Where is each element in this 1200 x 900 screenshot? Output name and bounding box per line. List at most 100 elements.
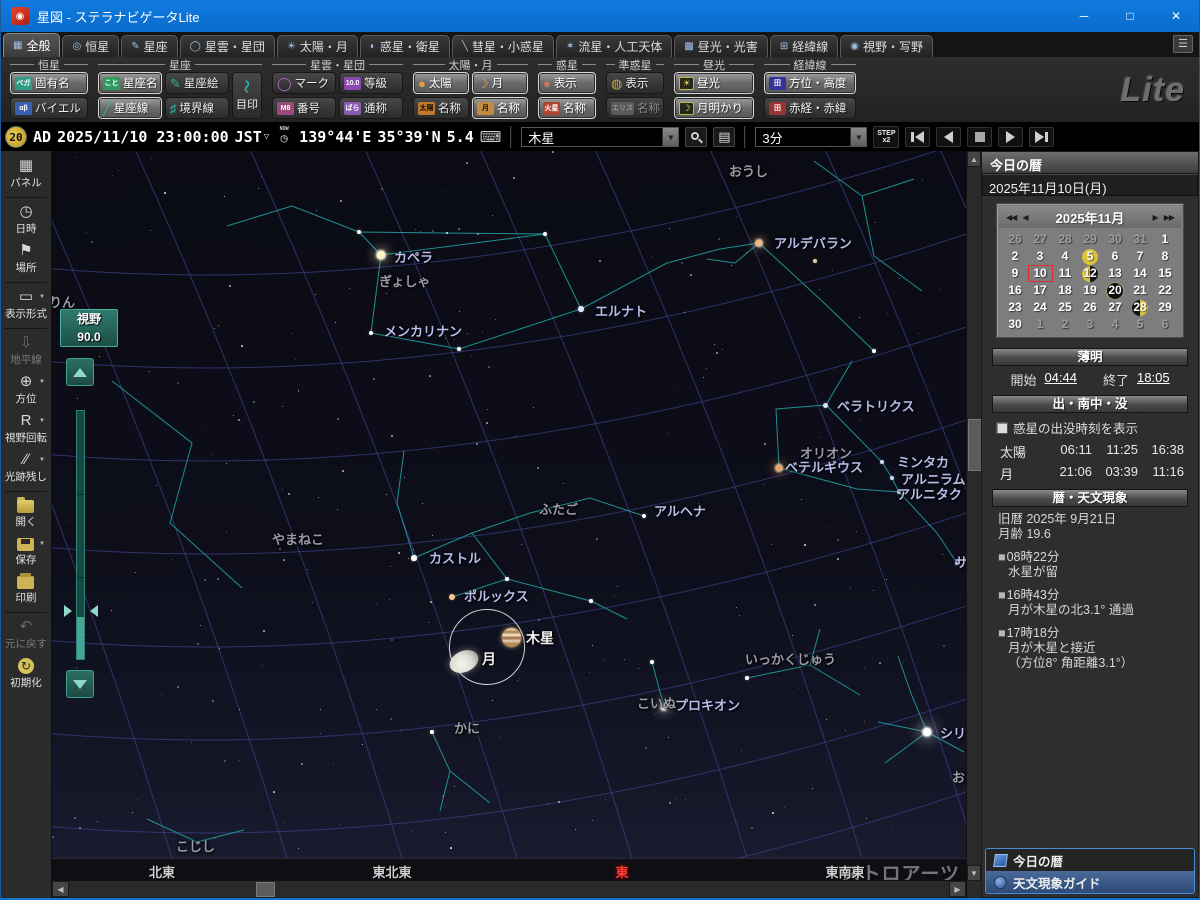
calendar-day[interactable]: 14 bbox=[1128, 265, 1153, 282]
calendar-day[interactable]: 23 bbox=[1003, 299, 1028, 316]
timezone-dropdown-icon[interactable]: ▽ bbox=[264, 132, 269, 142]
tab-太陽・月[interactable]: ☀ 太陽・月 bbox=[276, 35, 358, 57]
next-month-button[interactable]: ▶ bbox=[1150, 213, 1161, 222]
toolbar-button-星雲・星団-マーク[interactable]: ◯ マーク bbox=[272, 72, 336, 94]
calendar-day[interactable]: 31 bbox=[1128, 231, 1153, 248]
time-step-select[interactable]: 3分 ▼ bbox=[755, 127, 868, 147]
ribbon-menu-button[interactable]: ☰ bbox=[1173, 35, 1193, 53]
planet-rise-set-checkbox[interactable] bbox=[996, 421, 1008, 434]
calendar-day[interactable]: 6 bbox=[1153, 316, 1178, 333]
sidebar-button-印刷[interactable]: 印刷 bbox=[1, 571, 51, 609]
horizontal-scroll-thumb[interactable] bbox=[255, 882, 275, 897]
calendar-day[interactable]: 16 bbox=[1003, 282, 1028, 299]
calendar-day[interactable]: 21 bbox=[1128, 282, 1153, 299]
calendar-day[interactable]: 4 bbox=[1053, 248, 1078, 265]
sidebar-button-保存[interactable]: ▼ 保存 bbox=[1, 533, 51, 571]
skip-to-end-button[interactable] bbox=[1029, 127, 1055, 147]
sidebar-button-方位[interactable]: ⊕ ▼ 方位 bbox=[1, 371, 51, 410]
toolbar-button-準惑星-表示[interactable]: ◍ 表示 bbox=[606, 72, 664, 94]
sidebar-button-場所[interactable]: ⚑ 場所 bbox=[1, 240, 51, 279]
calendar-day[interactable]: 29 bbox=[1078, 231, 1103, 248]
maximize-button[interactable]: □ bbox=[1107, 0, 1153, 32]
object-list-button[interactable]: ▤ bbox=[713, 127, 736, 147]
jupiter-icon[interactable] bbox=[500, 627, 522, 648]
sidebar-button-開く[interactable]: 開く bbox=[1, 495, 51, 533]
calendar-day[interactable]: 5 bbox=[1128, 316, 1153, 333]
calendar-day[interactable]: 27 bbox=[1028, 231, 1053, 248]
zoom-out-button[interactable] bbox=[65, 670, 94, 698]
toolbar-button-恒星-バイエル[interactable]: αβ バイエル bbox=[10, 97, 88, 119]
calendar-day[interactable]: 11 bbox=[1053, 265, 1078, 282]
toolbar-button-目印[interactable]: 〜目印 bbox=[232, 72, 262, 119]
twilight-start-time[interactable]: 04:44 bbox=[1044, 370, 1077, 389]
sidebar-button-視野回転[interactable]: R ▼ 視野回転 bbox=[1, 410, 51, 449]
star-chart[interactable]: 視野 90.0 ストロアーツ 北東東北東東東南東 おうしきりんカペラぎょ bbox=[51, 151, 966, 880]
toolbar-button-星雲・星団-等級[interactable]: 10.0 等級 bbox=[339, 72, 403, 94]
calendar-day[interactable]: 17 bbox=[1028, 282, 1053, 299]
scroll-down-icon[interactable]: ▼ bbox=[966, 865, 981, 881]
calendar-day[interactable]: 6 bbox=[1103, 248, 1128, 265]
skip-to-start-button[interactable] bbox=[905, 127, 931, 147]
target-dropdown-icon[interactable]: ▼ bbox=[662, 128, 679, 146]
toolbar-button-昼光-月明かり[interactable]: ☽ 月明かり bbox=[674, 97, 754, 119]
calendar-day[interactable]: 28 bbox=[1053, 231, 1078, 248]
calendar-day[interactable]: 28 bbox=[1128, 299, 1153, 316]
tab-恒星[interactable]: ◎ 恒星 bbox=[62, 35, 120, 57]
calendar-day[interactable]: 30 bbox=[1103, 231, 1128, 248]
tab-星雲・星団[interactable]: ◯ 星雲・星団 bbox=[179, 35, 275, 57]
toolbar-button-太陽・月-太陽[interactable]: ● 太陽 bbox=[413, 72, 469, 94]
tab-経緯線[interactable]: ⊞ 経緯線 bbox=[769, 35, 839, 57]
sidebar-button-パネル[interactable]: ▦ パネル bbox=[1, 155, 51, 194]
toolbar-button-経緯線-赤経・赤緯[interactable]: 田赤経・赤緯 bbox=[764, 97, 856, 119]
target-select[interactable]: 木星 ▼ bbox=[521, 127, 680, 147]
tab-星座[interactable]: ✎ 星座 bbox=[121, 35, 178, 57]
calendar-day[interactable]: 25 bbox=[1053, 299, 1078, 316]
calendar-day[interactable]: 2 bbox=[1053, 316, 1078, 333]
toolbar-button-惑星-表示[interactable]: ● 表示 bbox=[538, 72, 596, 94]
calendar-day[interactable]: 18 bbox=[1053, 282, 1078, 299]
toolbar-button-星座-境界線[interactable]: ♯ 境界線 bbox=[165, 97, 229, 119]
step-dropdown-icon[interactable]: ▼ bbox=[850, 128, 867, 146]
calendar-day[interactable]: 29 bbox=[1153, 299, 1178, 316]
sidebar-button-初期化[interactable]: ↻ 初期化 bbox=[1, 655, 51, 694]
zoom-in-button[interactable] bbox=[65, 358, 94, 386]
calendar-day[interactable]: 24 bbox=[1028, 299, 1053, 316]
horizontal-scrollbar[interactable]: ◀ ▶ bbox=[51, 880, 966, 897]
calendar-day[interactable]: 26 bbox=[1003, 231, 1028, 248]
calendar-day[interactable]: 13 bbox=[1103, 265, 1128, 282]
toolbar-button-星雲・星団-番号[interactable]: M8 番号 bbox=[272, 97, 336, 119]
toolbar-button-恒星-固有名[interactable]: ベガ 固有名 bbox=[10, 72, 88, 94]
calendar-day[interactable]: 30 bbox=[1003, 316, 1028, 333]
prev-year-button[interactable]: ◀◀ bbox=[1003, 213, 1019, 222]
close-button[interactable]: ✕ bbox=[1153, 0, 1199, 32]
toolbar-button-星座-星座線[interactable]: ╱ 星座線 bbox=[98, 97, 162, 119]
calendar-day[interactable]: 20 bbox=[1103, 282, 1128, 299]
toolbar-button-惑星-名称[interactable]: 火星 名称 bbox=[538, 97, 596, 119]
toolbar-button-星座-星座絵[interactable]: ✎ 星座絵 bbox=[165, 72, 229, 94]
panel-tab-今日の暦[interactable]: 今日の暦 bbox=[986, 849, 1194, 871]
panel-tab-天文現象ガイド[interactable]: 天文現象ガイド bbox=[986, 871, 1194, 893]
calendar-day[interactable]: 1 bbox=[1028, 316, 1053, 333]
tab-彗星・小惑星[interactable]: ╲ 彗星・小惑星 bbox=[451, 35, 554, 57]
sidebar-button-日時[interactable]: ◷ 日時 bbox=[1, 201, 51, 240]
play-forward-button[interactable] bbox=[998, 127, 1024, 147]
calendar-day[interactable]: 27 bbox=[1103, 299, 1128, 316]
twilight-end-time[interactable]: 18:05 bbox=[1137, 370, 1170, 389]
toolbar-button-星雲・星団-通称[interactable]: ばら 通称 bbox=[339, 97, 403, 119]
scroll-left-icon[interactable]: ◀ bbox=[51, 881, 69, 897]
play-backward-button[interactable] bbox=[936, 127, 962, 147]
sidebar-button-表示形式[interactable]: ▭ ▼ 表示形式 bbox=[1, 286, 51, 325]
toolbar-button-太陽・月-月[interactable]: ☽ 月 bbox=[472, 72, 528, 94]
calendar-day[interactable]: 4 bbox=[1103, 316, 1128, 333]
calendar-day[interactable]: 15 bbox=[1153, 265, 1178, 282]
prev-month-button[interactable]: ◀ bbox=[1019, 213, 1030, 222]
toolbar-button-太陽・月-名称[interactable]: 月名称 bbox=[472, 97, 528, 119]
longitude-value[interactable]: 139°44'E bbox=[299, 128, 371, 146]
tab-惑星・衛星[interactable]: ◐ 惑星・衛星 bbox=[359, 35, 450, 57]
scroll-up-icon[interactable]: ▲ bbox=[966, 151, 981, 167]
calendar-day[interactable]: 22 bbox=[1153, 282, 1178, 299]
scroll-right-icon[interactable]: ▶ bbox=[948, 881, 966, 897]
calendar-day[interactable]: 3 bbox=[1028, 248, 1053, 265]
toolbar-button-準惑星-名称[interactable]: エリス 名称 bbox=[606, 97, 664, 119]
calendar-day[interactable]: 26 bbox=[1078, 299, 1103, 316]
